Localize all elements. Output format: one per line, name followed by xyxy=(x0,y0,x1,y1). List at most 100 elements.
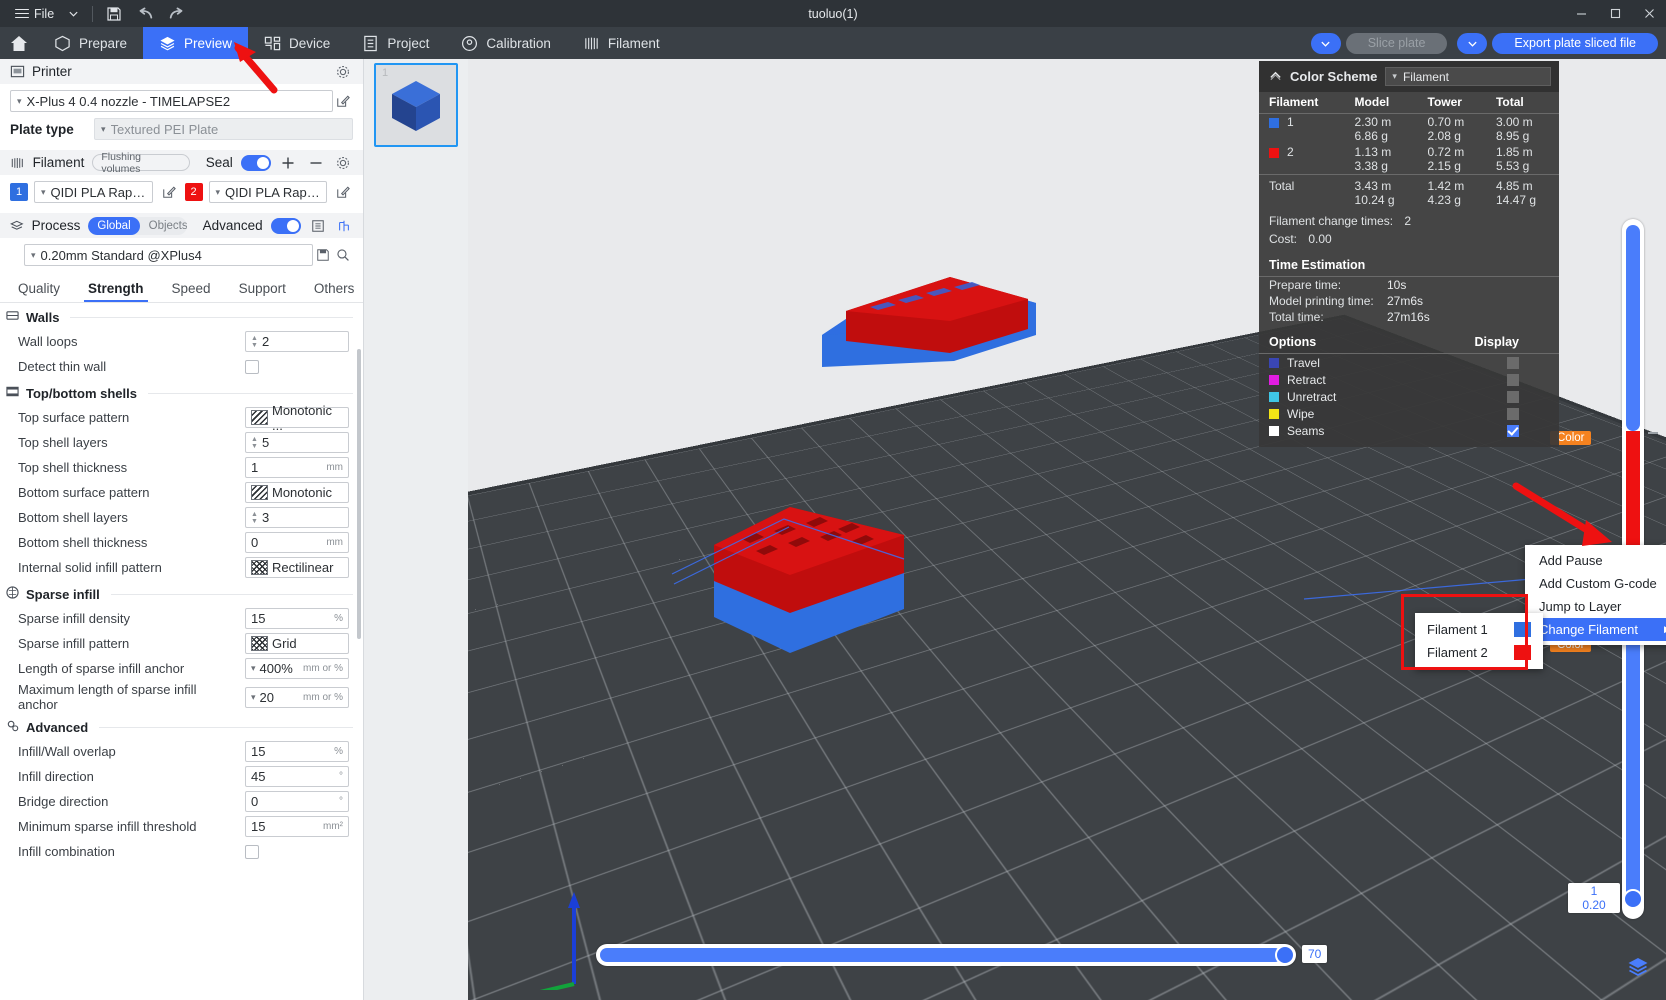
setting-pattern-select[interactable]: Rectilinear xyxy=(245,557,349,578)
search-settings-button[interactable] xyxy=(333,245,353,265)
spinner-arrows-icon[interactable]: ▲▼ xyxy=(251,511,258,525)
collapse-panel-button[interactable] xyxy=(1269,69,1282,85)
setting-checkbox[interactable] xyxy=(245,360,259,374)
add-filament-button[interactable] xyxy=(279,153,298,173)
setting-input[interactable]: 15% xyxy=(245,608,349,629)
setting-input[interactable]: 15mm² xyxy=(245,816,349,837)
minimize-button[interactable] xyxy=(1564,0,1598,27)
compare-presets-button[interactable] xyxy=(335,216,353,236)
parameter-list-button[interactable] xyxy=(309,216,327,236)
edit-printer-button[interactable] xyxy=(333,91,353,111)
menu-item-change-filament[interactable]: Change Filament ▶ xyxy=(1525,618,1666,641)
edit-filament-1-button[interactable] xyxy=(159,182,179,202)
save-button[interactable] xyxy=(99,0,129,27)
settings-group-header[interactable]: Walls xyxy=(0,303,363,329)
tab-device[interactable]: Device xyxy=(248,27,346,59)
slice-plate-split-button[interactable]: Slice plate xyxy=(1311,33,1448,54)
save-preset-button[interactable] xyxy=(313,245,333,265)
tab-support[interactable]: Support xyxy=(225,274,300,302)
printer-profile-select[interactable]: ▾ X-Plus 4 0.4 nozzle - TIMELAPSE2 xyxy=(10,90,333,112)
settings-group-header[interactable]: Advanced xyxy=(0,713,363,739)
redo-button[interactable] xyxy=(161,0,193,27)
display-option-row[interactable]: Wipe xyxy=(1259,405,1559,422)
option-display-checkbox[interactable] xyxy=(1507,374,1519,386)
option-display-checkbox[interactable] xyxy=(1507,391,1519,403)
maximize-button[interactable] xyxy=(1598,0,1632,27)
menu-item-add-custom-gcode[interactable]: Add Custom G-code xyxy=(1525,572,1666,595)
export-plate-split-button[interactable]: Export plate sliced file xyxy=(1457,33,1658,54)
scope-objects-option[interactable]: Objects xyxy=(140,217,187,235)
slice-plate-button[interactable]: Slice plate xyxy=(1346,33,1448,54)
setting-input[interactable]: 0mm xyxy=(245,532,349,553)
close-button[interactable] xyxy=(1632,0,1666,27)
setting-pattern-select[interactable]: Grid xyxy=(245,633,349,654)
setting-spinner[interactable]: ▲▼3 xyxy=(245,507,349,528)
undo-button[interactable] xyxy=(129,0,161,27)
tab-prepare[interactable]: Prepare xyxy=(38,27,143,59)
tab-others[interactable]: Others xyxy=(300,274,364,302)
color-scheme-select[interactable]: ▾ Filament xyxy=(1385,67,1551,86)
setting-pattern-select[interactable]: Monotonic ... xyxy=(245,407,349,428)
file-menu-caret-button[interactable] xyxy=(61,0,86,27)
tab-filament[interactable]: Filament xyxy=(567,27,676,59)
menu-item-jump-to-layer[interactable]: Jump to Layer xyxy=(1525,595,1666,618)
tab-strength[interactable]: Strength xyxy=(74,274,158,302)
plate-type-select[interactable]: ▾ Textured PEI Plate xyxy=(94,118,353,140)
settings-group-header[interactable]: Sparse infill xyxy=(0,580,363,606)
menu-item-add-pause[interactable]: Add Pause xyxy=(1525,549,1666,572)
change-filament-submenu[interactable]: Filament 1 Filament 2 xyxy=(1415,613,1543,669)
slice-plate-caret[interactable] xyxy=(1311,33,1341,54)
settings-scrollbar[interactable] xyxy=(357,349,361,639)
scope-global-option[interactable]: Global xyxy=(88,217,139,235)
flushing-volumes-button[interactable]: Flushing volumes xyxy=(92,154,189,171)
home-button[interactable] xyxy=(0,27,38,59)
setting-combo[interactable]: ▾400%mm or % xyxy=(245,658,349,679)
display-option-row[interactable]: Travel xyxy=(1259,354,1559,371)
process-preset-select[interactable]: ▾ 0.20mm Standard @XPlus4 xyxy=(24,244,313,266)
setting-input[interactable]: 45° xyxy=(245,766,349,787)
setting-checkbox[interactable] xyxy=(245,845,259,859)
setting-combo[interactable]: ▾20mm or % xyxy=(245,687,349,708)
process-scope-toggle[interactable]: Global Objects xyxy=(88,217,186,235)
edit-filament-2-button[interactable] xyxy=(333,182,353,202)
filament-slot-2-select[interactable]: ▾ QIDI PLA Rapido xyxy=(209,181,328,203)
view-mode-layers-button[interactable] xyxy=(1626,955,1650,984)
option-display-checkbox[interactable] xyxy=(1507,357,1519,369)
setting-spinner[interactable]: ▲▼5 xyxy=(245,432,349,453)
filament-settings-button[interactable] xyxy=(334,153,353,173)
submenu-item-filament-2[interactable]: Filament 2 xyxy=(1415,641,1543,664)
model-object-1[interactable] xyxy=(804,249,1064,389)
settings-group-header[interactable]: Top/bottom shells xyxy=(0,379,363,405)
tab-project[interactable]: Project xyxy=(346,27,445,59)
spinner-arrows-icon[interactable]: ▲▼ xyxy=(251,436,258,450)
option-display-checkbox[interactable] xyxy=(1507,408,1519,420)
spinner-arrows-icon[interactable]: ▲▼ xyxy=(251,335,258,349)
setting-pattern-select[interactable]: Monotonic xyxy=(245,482,349,503)
moves-slider-horizontal[interactable]: 70 xyxy=(596,944,1296,966)
printer-settings-button[interactable] xyxy=(333,62,353,82)
display-option-row[interactable]: Seams xyxy=(1259,422,1559,439)
seal-toggle[interactable] xyxy=(241,155,271,171)
tab-quality[interactable]: Quality xyxy=(4,274,74,302)
moves-slider-knob[interactable] xyxy=(1275,945,1295,965)
option-display-checkbox[interactable] xyxy=(1507,425,1519,437)
layer-context-menu[interactable]: Add Pause Add Custom G-code Jump to Laye… xyxy=(1525,545,1666,645)
filament-slot-1-select[interactable]: ▾ QIDI PLA Rapido xyxy=(34,181,153,203)
file-menu-button[interactable]: File xyxy=(8,0,61,27)
display-option-row[interactable]: Retract xyxy=(1259,371,1559,388)
remove-filament-button[interactable] xyxy=(306,153,325,173)
setting-input[interactable]: 15% xyxy=(245,741,349,762)
tab-speed[interactable]: Speed xyxy=(158,274,225,302)
tab-calibration[interactable]: Calibration xyxy=(445,27,567,59)
layer-slider-lower-knob[interactable] xyxy=(1623,889,1643,909)
display-option-row[interactable]: Unretract xyxy=(1259,388,1559,405)
export-plate-caret[interactable] xyxy=(1457,33,1487,54)
plate-thumbnail-1[interactable]: 1 xyxy=(374,63,458,147)
setting-spinner[interactable]: ▲▼2 xyxy=(245,331,349,352)
setting-input[interactable]: 1mm xyxy=(245,457,349,478)
advanced-toggle[interactable] xyxy=(271,218,301,234)
tab-preview[interactable]: Preview xyxy=(143,27,248,59)
setting-input[interactable]: 0° xyxy=(245,791,349,812)
export-plate-sliced-file-button[interactable]: Export plate sliced file xyxy=(1492,33,1658,54)
submenu-item-filament-1[interactable]: Filament 1 xyxy=(1415,618,1543,641)
